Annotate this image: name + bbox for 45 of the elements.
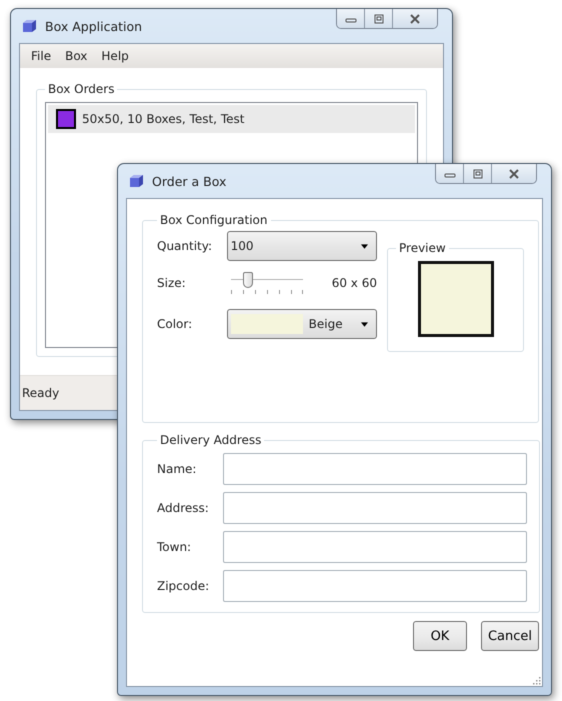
window-title: Box Application (45, 18, 142, 34)
caret-icon (361, 244, 368, 248)
field-label: Zipcode: (157, 579, 210, 593)
menu-item[interactable]: File (24, 49, 58, 63)
color-dropdown[interactable]: Beige (226, 309, 377, 339)
close-button[interactable] (393, 9, 437, 28)
input-field[interactable] (223, 570, 527, 602)
minimize-button[interactable] (436, 164, 464, 183)
dialog-button[interactable]: OK (412, 621, 467, 651)
maximize-icon (372, 14, 386, 24)
status-text: Ready (22, 386, 60, 400)
maximize-button[interactable] (464, 164, 492, 183)
group-title: Box Configuration (159, 213, 269, 227)
input-field[interactable] (223, 453, 527, 485)
input-field[interactable] (223, 531, 527, 563)
window-title: Order a Box (152, 174, 226, 188)
cube-icon (21, 18, 37, 34)
slider-thumb[interactable] (242, 272, 253, 288)
menu-item[interactable]: Box (58, 49, 94, 63)
field-label: Name: (157, 462, 198, 476)
menu-item[interactable]: Help (94, 49, 136, 63)
cube-icon (128, 173, 144, 189)
size-slider[interactable] (231, 271, 303, 295)
field-label: Town: (157, 540, 192, 554)
field-label: Quantity: (157, 239, 214, 253)
quantity-dropdown[interactable]: 100 (226, 231, 377, 261)
input-field[interactable] (223, 492, 527, 524)
close-button[interactable] (492, 164, 536, 183)
dialog-button[interactable]: Cancel (480, 621, 539, 651)
field-label: Address: (157, 501, 210, 515)
field-label: Size: (157, 276, 187, 290)
group-title: Preview (398, 241, 447, 255)
resize-grip-icon[interactable] (531, 675, 541, 685)
close-icon (408, 14, 422, 24)
maximize-button[interactable] (365, 9, 393, 28)
group-title: Box Orders (47, 82, 116, 96)
group-title: Delivery Address (159, 433, 262, 447)
caret-icon (361, 322, 368, 326)
maximize-icon (470, 168, 484, 178)
order-label: 50x50, 10 Boxes, Test, Test (82, 112, 244, 126)
field-label: Color: (157, 317, 194, 331)
minimize-button[interactable] (337, 9, 365, 28)
size-reading: 60 x 60 (332, 276, 377, 290)
order-item[interactable]: 50x50, 10 Boxes, Test, Test (48, 105, 415, 133)
close-icon (507, 168, 521, 178)
